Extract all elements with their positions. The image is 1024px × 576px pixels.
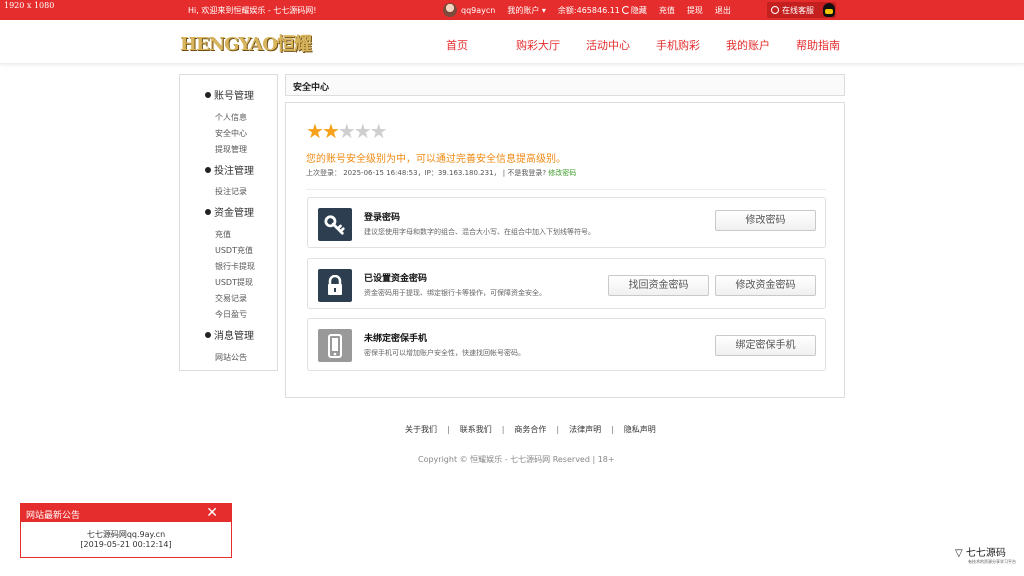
balance-value: 465846.11	[576, 5, 620, 15]
key-icon	[318, 208, 352, 241]
change-password-link[interactable]: 修改密码	[548, 169, 576, 177]
footer-separator: |	[501, 425, 505, 434]
announcement-popup: 网站最新公告 ✕ 七七源码网qq.9ay.cn [2019-05-21 00:1…	[20, 503, 232, 558]
star-filled-icon: ★	[306, 119, 324, 143]
sidebar-item-bank-withdraw[interactable]: 银行卡提现	[215, 261, 255, 272]
announcement-date: [2019-05-21 00:12:14]	[80, 540, 172, 549]
footer-separator: |	[611, 425, 614, 434]
bind-security-phone-button[interactable]: 绑定密保手机	[715, 335, 816, 356]
watermark-text: 七七源码	[965, 548, 1006, 559]
phone-icon	[318, 329, 352, 362]
site-header: HENGYAO恒耀 首页 购彩大厅 活动中心 手机购彩 我的账户 帮助指南	[0, 20, 1024, 64]
sidebar-item-deposit[interactable]: 充值	[215, 229, 231, 240]
balance-label: 余额:	[557, 5, 577, 15]
announcement-title: 网站最新公告	[26, 511, 81, 521]
nav-events[interactable]: 活动中心	[586, 37, 656, 53]
resolution-label: 1920 x 1080	[4, 1, 55, 10]
sidebar-item-today-profit[interactable]: 今日盈亏	[215, 309, 247, 320]
login-password-card: 登录密码 建议您使用字母和数字的组合、混合大小写、在组合中加入下划线等符号。 修…	[307, 197, 826, 248]
withdraw-link[interactable]: 提现	[687, 5, 703, 16]
sidebar-item-usdt-deposit[interactable]: USDT充值	[215, 245, 253, 256]
top-bar: 1920 x 1080 Hi, 欢迎来到恒耀娱乐 - 七七源码网! qq9ayc…	[0, 0, 1024, 20]
footer-about-link[interactable]: 关于我们	[405, 425, 437, 434]
sidebar-item-profile[interactable]: 个人信息	[215, 112, 247, 123]
logout-link[interactable]: 退出	[715, 5, 731, 16]
customer-service-label: 在线客服	[782, 5, 814, 15]
footer-legal-link[interactable]: 法律声明	[569, 425, 601, 434]
fund-password-description: 资金密码用于提现、绑定银行卡等操作，可保障资金安全。	[364, 289, 546, 297]
login-password-title: 登录密码	[364, 213, 401, 223]
announcement-header: 网站最新公告 ✕	[21, 504, 231, 522]
watermark-subtext: 有技术的资源分享学习平台	[968, 559, 1016, 564]
security-panel: ★★★★★ 您的账号安全级别为中，可以通过完善安全信息提高级别。 上次登录： 2…	[285, 102, 845, 398]
login-password-description: 建议您使用字母和数字的组合、混合大小写、在组合中加入下划线等符号。	[364, 228, 595, 236]
deposit-link[interactable]: 充值	[659, 5, 675, 16]
watermark-logo: ▽ 七七源码 有技术的资源分享学习平台	[955, 544, 1016, 564]
star-empty-icon: ★	[337, 119, 356, 143]
sidebar-group-messages: 消息管理	[205, 327, 254, 342]
page-title: 安全中心	[293, 83, 330, 93]
watermark-mark-icon: ▽	[955, 548, 963, 559]
username[interactable]: qq9aycn	[461, 6, 495, 15]
change-fund-password-button[interactable]: 修改资金密码	[715, 275, 816, 296]
star-empty-icon: ★	[369, 119, 388, 143]
last-login-text: 上次登录： 2025-06-15 16:48:53，IP：39.163.180.…	[306, 169, 547, 177]
star-empty-icon: ★	[353, 119, 372, 143]
footer-links: 关于我们 | 联系我们 | 商务合作 | 法律声明 | 隐私声明	[400, 424, 661, 435]
copyright: Copyright © 恒耀娱乐 - 七七源码网 Reserved | 18+	[418, 455, 615, 464]
security-phone-title: 未绑定密保手机	[364, 334, 428, 344]
nav-lottery-hall[interactable]: 购彩大厅	[516, 37, 586, 53]
footer-separator: |	[556, 425, 560, 434]
site-logo[interactable]: HENGYAO恒耀	[180, 30, 318, 55]
sidebar-group-funds: 资金管理	[205, 204, 254, 219]
nav-help[interactable]: 帮助指南	[796, 37, 866, 53]
footer-separator: |	[447, 425, 450, 434]
nav-mobile-lottery[interactable]: 手机购彩	[656, 37, 726, 53]
nav-my-account[interactable]: 我的账户	[726, 37, 796, 53]
sidebar-item-transactions[interactable]: 交易记录	[215, 293, 247, 304]
lock-icon	[318, 269, 352, 302]
divider	[306, 189, 826, 190]
welcome-text: Hi, 欢迎来到恒耀娱乐 - 七七源码网!	[188, 6, 317, 15]
footer-contact-link[interactable]: 联系我们	[460, 425, 492, 434]
fund-password-title: 已设置资金密码	[364, 274, 428, 284]
fund-password-card: 已设置资金密码 资金密码用于提现、绑定银行卡等操作，可保障资金安全。 找回资金密…	[307, 258, 826, 309]
hide-balance-button[interactable]: 隐藏	[631, 5, 647, 16]
sidebar-group-account: 账号管理	[205, 87, 254, 102]
nav-home[interactable]: 首页	[446, 37, 516, 53]
announcement-content[interactable]: 七七源码网qq.9ay.cn	[21, 529, 231, 540]
sidebar-item-security-center[interactable]: 安全中心	[215, 128, 247, 139]
security-phone-description: 密保手机可以增加账户安全性，快速找回帐号密码。	[364, 349, 525, 357]
panel-header: 安全中心	[285, 74, 845, 96]
sidebar-item-usdt-withdraw[interactable]: USDT提现	[215, 277, 253, 288]
main-nav: 首页 购彩大厅 活动中心 手机购彩 我的账户 帮助指南	[446, 37, 866, 53]
footer-business-link[interactable]: 商务合作	[514, 425, 546, 434]
headset-icon	[771, 6, 779, 14]
security-phone-card: 未绑定密保手机 密保手机可以增加账户安全性，快速找回帐号密码。 绑定密保手机	[307, 318, 826, 371]
account-sidebar: 账号管理 个人信息 安全中心 提现管理 投注管理 投注记录 资金管理 充值 US…	[179, 74, 278, 371]
sidebar-item-announcements[interactable]: 网站公告	[215, 352, 247, 363]
security-rating: ★★★★★	[306, 119, 388, 143]
my-account-menu[interactable]: 我的账户 ▾	[507, 5, 546, 16]
change-login-password-button[interactable]: 修改密码	[715, 210, 816, 231]
star-filled-icon: ★	[321, 119, 340, 143]
refresh-icon[interactable]	[621, 6, 630, 14]
last-login-info: 上次登录： 2025-06-15 16:48:53，IP：39.163.180.…	[306, 168, 576, 178]
qq-icon[interactable]	[823, 3, 835, 17]
user-toolbar: qq9aycn 我的账户 ▾ 余额: 465846.11 隐藏 充值 提现 退出	[443, 2, 743, 18]
sidebar-group-bets: 投注管理	[205, 162, 254, 177]
recover-fund-password-button[interactable]: 找回资金密码	[608, 275, 709, 296]
sidebar-item-bet-records[interactable]: 投注记录	[215, 186, 247, 197]
footer-privacy-link[interactable]: 隐私声明	[624, 425, 656, 434]
close-icon[interactable]: ✕	[206, 505, 218, 521]
sidebar-item-withdraw-management[interactable]: 提现管理	[215, 144, 247, 155]
avatar[interactable]	[443, 3, 457, 17]
security-level-message: 您的账号安全级别为中，可以通过完善安全信息提高级别。	[306, 154, 566, 165]
